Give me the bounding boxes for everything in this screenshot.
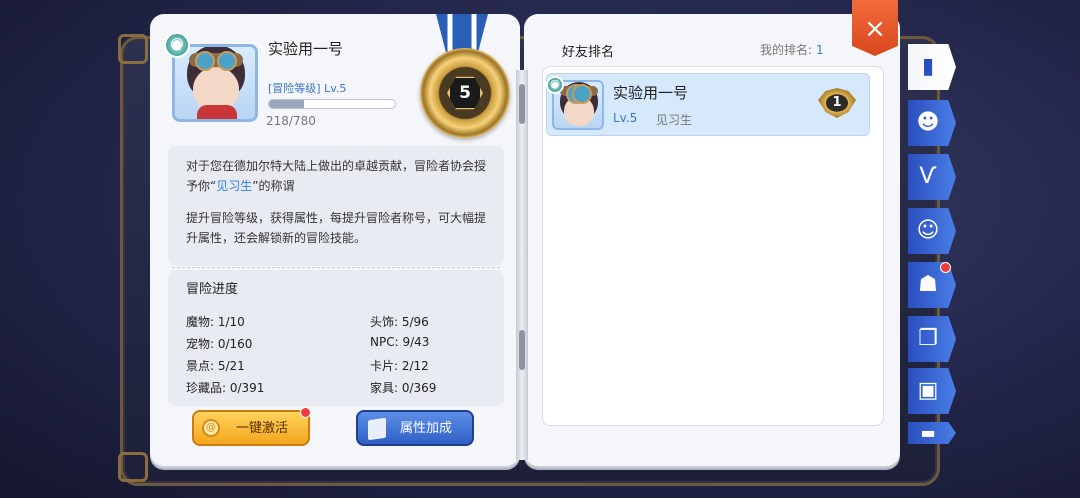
xp-progress-bar	[268, 99, 396, 109]
close-button[interactable]: ×	[852, 0, 898, 56]
book-icon: ▮	[921, 54, 935, 79]
book-icon	[368, 417, 386, 441]
stat-npc: NPC: 9/43	[370, 335, 430, 349]
stat-scenery: 景点: 5/21	[186, 359, 245, 373]
adventure-medal[interactable]: 5	[420, 48, 510, 138]
grin-monster-icon: ☻	[916, 110, 940, 135]
player-avatar	[172, 44, 258, 122]
tab-adventure-book[interactable]: ▮	[908, 44, 956, 90]
tab-scenery[interactable]: ❐	[908, 316, 956, 362]
one-click-activate-button[interactable]: @ 一键激活	[192, 410, 310, 446]
adventure-level-label: [冒险等级] Lv.5	[268, 82, 347, 95]
tab-cards[interactable]: ▣	[908, 368, 956, 414]
pet-face-icon: ☺	[916, 218, 940, 243]
adventurer-title: 见习生	[216, 179, 253, 193]
frame-corner-ornament	[118, 452, 148, 482]
book-spine	[516, 70, 528, 460]
tab-headwear[interactable]: Ѵ	[908, 154, 956, 200]
tab-monsters[interactable]: ☻	[908, 100, 956, 146]
tab-furniture[interactable]: ▬	[908, 422, 956, 444]
stat-headwear: 头饰: 5/96	[370, 315, 429, 329]
furniture-icon: ▬	[920, 423, 936, 442]
attribute-bonus-button[interactable]: 属性加成	[356, 410, 474, 446]
spiral-icon: @	[546, 76, 564, 94]
description-paragraph-2: 提升冒险等级，获得属性，每提升冒险者称号，可大幅提升属性，还会解锁新的冒险技能。	[186, 211, 487, 245]
npc-icon: ☗	[918, 272, 938, 297]
stat-pets: 宠物: 0/160	[186, 337, 253, 351]
medal-level: 5	[447, 76, 483, 110]
description-paragraph-1: 对于您在德加尔特大陆上做出的卓越贡献，冒险者协会授予你“见习生”的称谓	[186, 159, 487, 193]
frame-corner-ornament	[118, 34, 148, 64]
friend-level: Lv.5	[613, 111, 638, 125]
friend-name: 实验用一号	[613, 84, 689, 102]
xp-text: 218/780	[266, 114, 316, 128]
xp-progress-fill	[269, 100, 305, 108]
divider	[172, 267, 500, 268]
friend-ranking-title: 好友排名	[562, 45, 615, 60]
spiral-icon: @	[164, 32, 190, 58]
notification-dot	[940, 262, 951, 273]
horns-icon: Ѵ	[919, 164, 937, 189]
stat-monsters: 魔物: 1/10	[186, 315, 245, 329]
map-icon: ❐	[918, 326, 938, 351]
stat-furniture: 家具: 0/369	[370, 381, 437, 395]
player-name: 实验用一号	[268, 40, 344, 58]
friend-title: 见习生	[656, 113, 693, 127]
tab-pets[interactable]: ☺	[908, 208, 956, 254]
my-rank-value: 1	[816, 43, 824, 57]
card-icon: ▣	[917, 378, 939, 403]
stat-collectibles: 珍藏品: 0/391	[186, 381, 265, 395]
notification-dot	[300, 407, 311, 418]
coin-icon: @	[202, 419, 220, 437]
stat-cards: 卡片: 2/12	[370, 359, 429, 373]
my-rank: 我的排名: 1	[760, 43, 824, 57]
progress-title: 冒险进度	[186, 282, 239, 297]
title-description: 对于您在德加尔特大陆上做出的卓越贡献，冒险者协会授予你“见习生”的称谓 提升冒险…	[168, 146, 504, 266]
